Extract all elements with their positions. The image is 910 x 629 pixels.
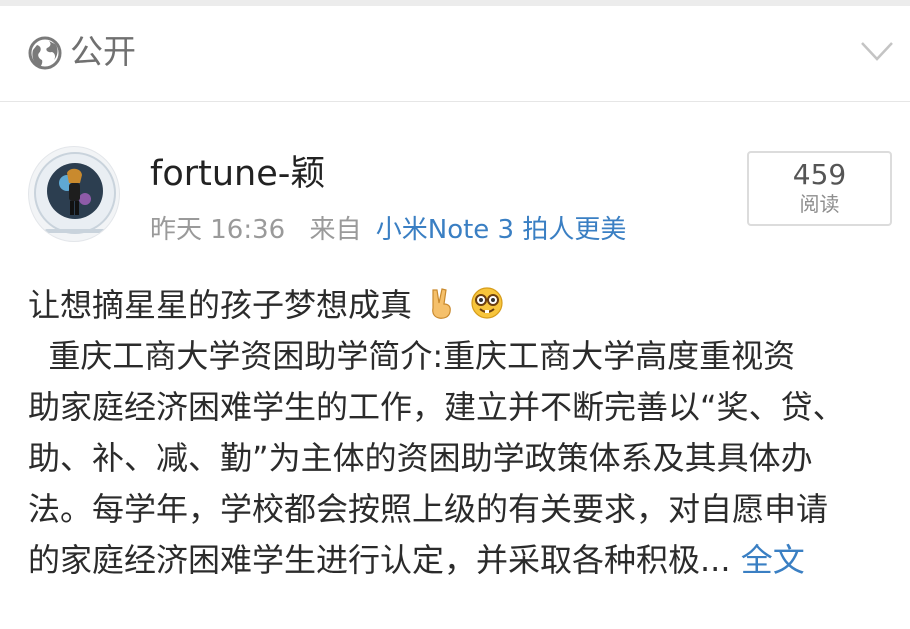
post-title-text: 让想摘星星的孩子梦想成真	[28, 286, 413, 324]
post-text-line: 法。每学年，学校都会按照上级的有关要求，对自愿申请	[28, 490, 829, 528]
globe-icon	[28, 36, 62, 70]
source-device-link[interactable]: 小米Note 3 拍人更美	[376, 215, 627, 245]
post-text-line: 助、补、减、勤”为主体的资困助学政策体系及其具体办	[28, 439, 813, 477]
read-label: 阅读	[799, 192, 840, 216]
post-content: 让想摘星星的孩子梦想成真 重庆工商大学资困助学简介:重庆工商大学高度重视资 助家…	[28, 280, 898, 586]
avatar-photo	[34, 152, 116, 234]
avatar[interactable]	[28, 146, 120, 242]
post-text-line: 的家庭经济困难学生进行认定，并采取各种积极... 全文	[28, 535, 898, 586]
post-text-line: 让想摘星星的孩子梦想成真	[28, 280, 898, 331]
post-text-line: 助家庭经济困难学生的工作，建立并不断完善以“奖、贷、	[28, 388, 845, 426]
author-name[interactable]: fortune-颖	[150, 153, 325, 195]
post-time: 昨天 16:36	[150, 215, 286, 245]
chevron-down-icon[interactable]	[860, 40, 894, 62]
read-count: 459	[792, 158, 847, 191]
source-prefix: 来自	[309, 215, 362, 245]
expand-full-text-link[interactable]: 全文	[741, 541, 805, 579]
nerd-face-emoji	[471, 287, 503, 319]
post-meta: 昨天 16:36 来自 小米Note 3 拍人更美	[150, 212, 626, 248]
victory-hand-emoji	[432, 288, 452, 319]
post-text-line: 重庆工商大学资困助学简介:重庆工商大学高度重视资	[28, 337, 796, 375]
visibility-selector[interactable]: 公开	[0, 6, 910, 102]
read-count-badge: 459 阅读	[747, 151, 892, 226]
post-text-tail: 的家庭经济困难学生进行认定，并采取各种积极...	[28, 541, 741, 579]
visibility-label: 公开	[70, 32, 136, 71]
